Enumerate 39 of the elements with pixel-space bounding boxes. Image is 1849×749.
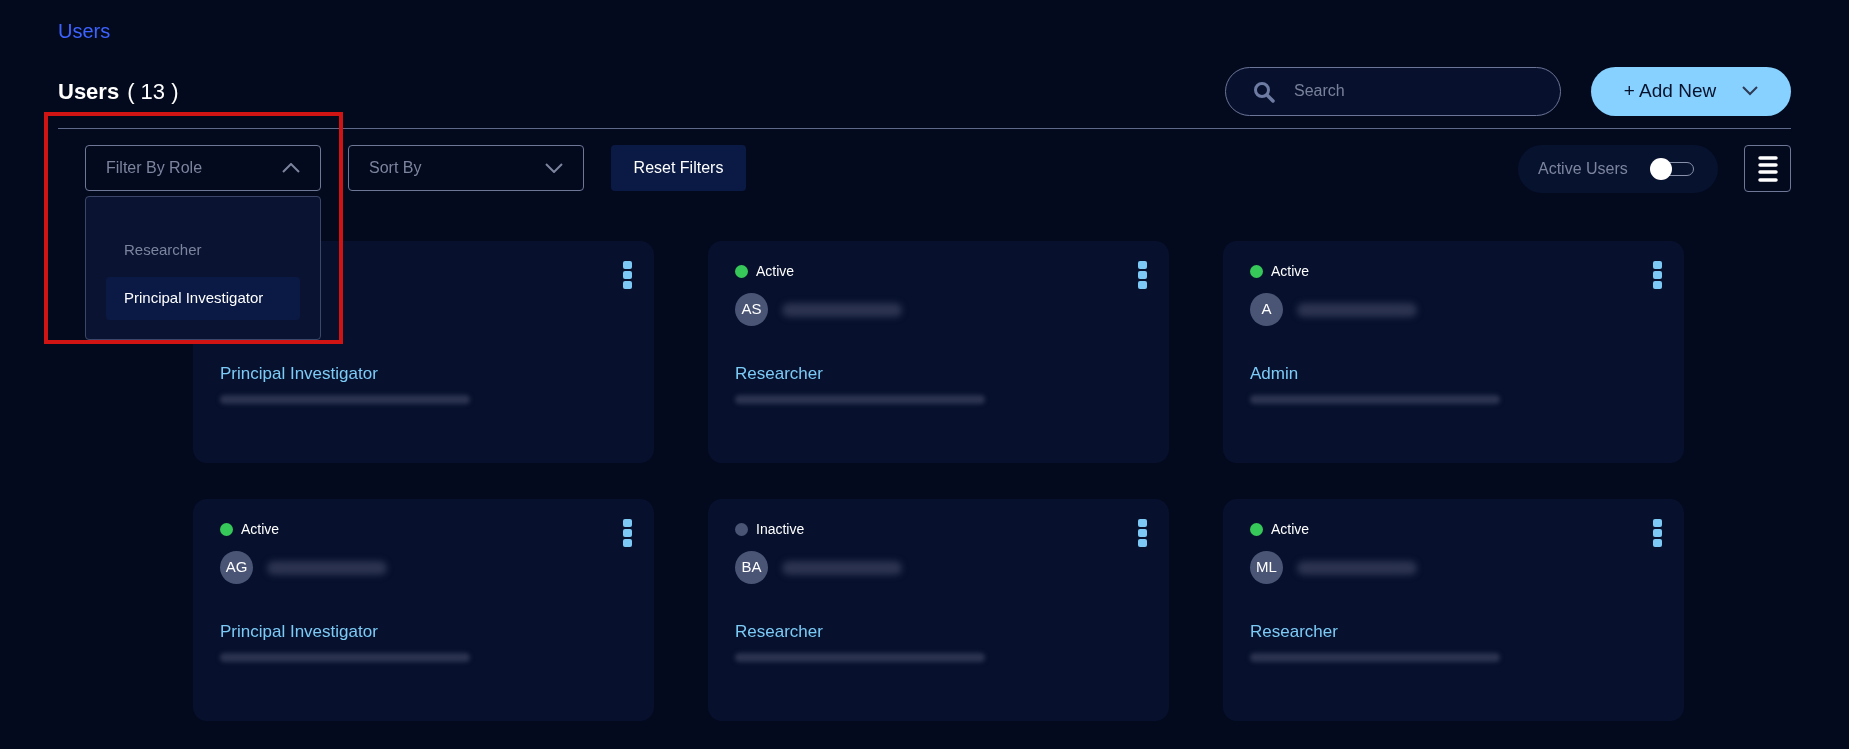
user-role: Admin [1250,363,1299,385]
status-label: Active [241,519,280,539]
more-options-icon[interactable] [623,519,632,547]
user-role: Researcher [735,363,823,385]
role-filter-dropdown[interactable]: Filter By Role [85,145,321,191]
sort-dropdown[interactable]: Sort By [348,145,584,191]
status-label: Active [1271,261,1310,281]
avatar-initials: ML [1250,551,1283,584]
add-new-button[interactable]: + Add New [1591,66,1791,116]
user-role: Researcher [1250,621,1338,643]
avatar-initials: BA [735,551,768,584]
list-view-button[interactable] [1744,145,1791,192]
chevron-down-icon [545,163,563,173]
role-option[interactable]: Researcher [106,229,300,272]
list-icon [1756,154,1779,183]
avatar-initials: A [1250,293,1283,326]
more-options-icon[interactable] [1653,261,1662,289]
more-options-icon[interactable] [1138,519,1147,547]
avatar-initials: AS [735,293,768,326]
user-role: Principal Investigator [220,363,378,385]
chevron-down-icon [1742,86,1759,96]
active-users-label: Active Users [1538,159,1628,179]
breadcrumb-link[interactable]: Users [58,16,111,46]
more-options-icon[interactable] [1138,261,1147,289]
status-label: Active [1271,519,1310,539]
page-title: Users [58,77,120,106]
status-label: Inactive [756,519,805,539]
search-icon [1253,80,1275,103]
status-label: Active [756,261,795,281]
search-field[interactable]: Search [1225,66,1561,116]
reset-filters-button[interactable]: Reset Filters [611,145,746,191]
user-role: Principal Investigator [220,621,378,643]
role-option[interactable]: Principal Investigator [106,277,300,320]
avatar-initials: AG [220,551,253,584]
chevron-up-icon [282,163,300,173]
user-role: Researcher [735,621,823,643]
more-options-icon[interactable] [623,261,632,289]
more-options-icon[interactable] [1653,519,1662,547]
user-count: ( 13 ) [127,77,179,106]
